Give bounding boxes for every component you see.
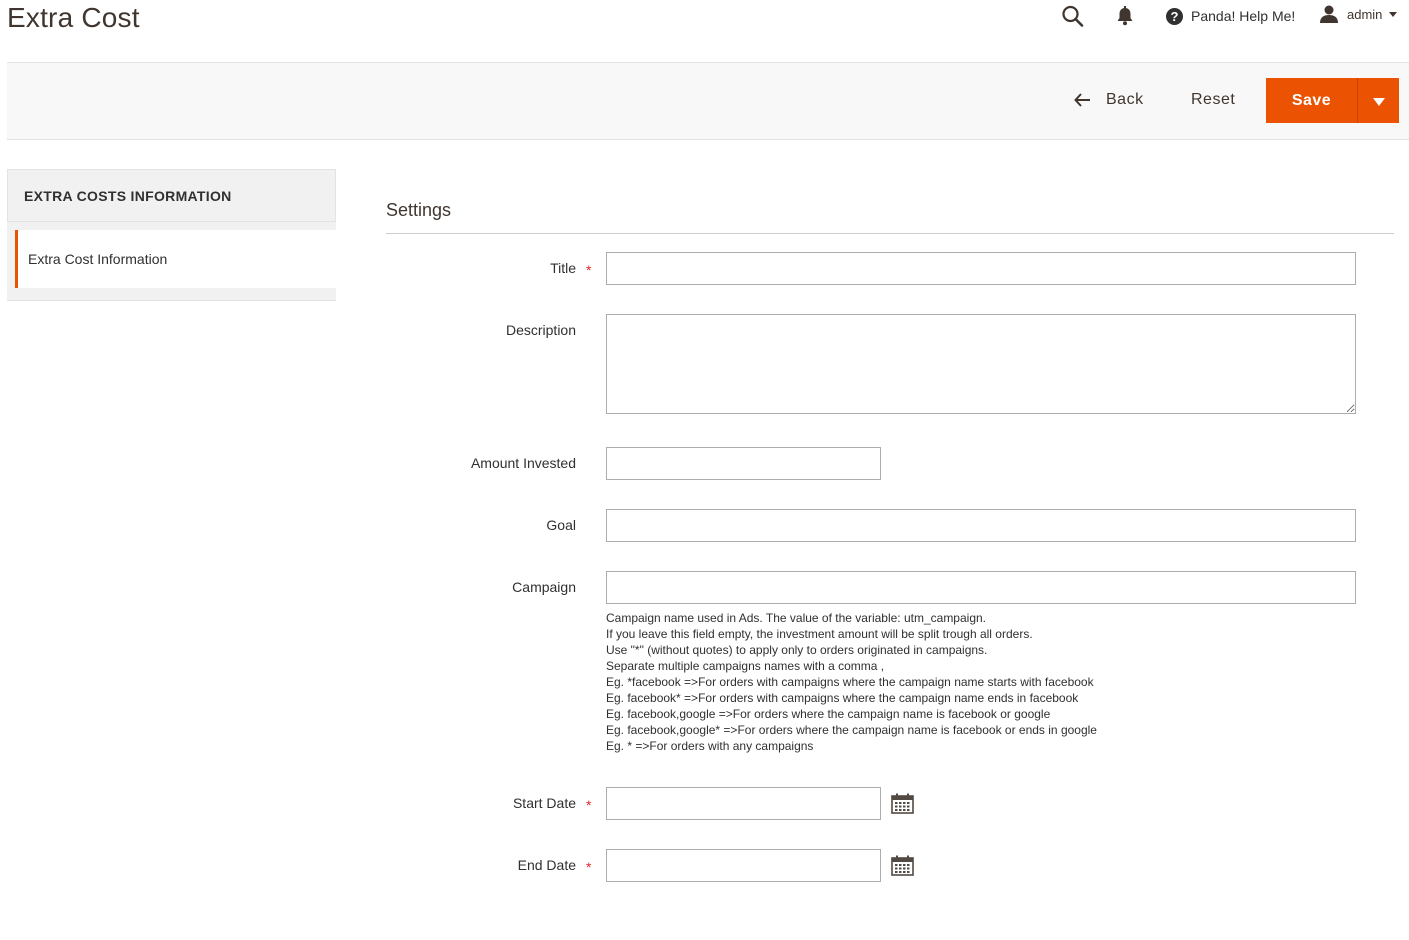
save-options-toggle[interactable] [1357, 78, 1399, 123]
end-date-label: End Date [517, 857, 576, 873]
chevron-down-icon [1389, 11, 1398, 17]
campaign-note-line: Eg. facebook,google =>For orders where t… [606, 707, 1051, 721]
amount-invested-input[interactable] [606, 447, 881, 480]
back-button[interactable]: Back [1074, 89, 1144, 111]
sidebar-heading: EXTRA COSTS INFORMATION [7, 169, 336, 222]
save-button[interactable]: Save [1266, 78, 1357, 123]
campaign-input[interactable] [606, 571, 1356, 604]
back-label: Back [1106, 91, 1144, 108]
page-title: Extra Cost [7, 2, 140, 33]
help-label: Panda! Help Me! [1191, 8, 1296, 24]
reset-button[interactable]: Reset [1191, 89, 1235, 111]
title-input[interactable] [606, 252, 1356, 285]
section-divider [386, 233, 1394, 234]
campaign-note-line: If you leave this field empty, the inves… [606, 627, 1033, 641]
start-date-label: Start Date [512, 795, 576, 811]
calendar-icon[interactable] [891, 793, 914, 814]
campaign-field-note: Campaign name used in Ads. The value of … [606, 610, 1366, 754]
calendar-icon[interactable] [891, 855, 914, 876]
chevron-down-icon [1372, 97, 1385, 106]
end-date-required-marker: * [586, 859, 592, 875]
section-title: Settings [386, 200, 452, 220]
campaign-note-line: Eg. * =>For orders with any campaigns [606, 739, 814, 753]
campaign-note-line: Eg. facebook,google* =>For orders where … [606, 723, 1097, 737]
campaign-label: Campaign [512, 579, 576, 595]
end-date-input[interactable] [606, 849, 881, 882]
user-icon [1320, 5, 1338, 23]
sidebar-item-extra-cost-information[interactable]: Extra Cost Information [15, 230, 336, 288]
title-required-marker: * [586, 262, 592, 278]
sidebar-items: Extra Cost Information [7, 222, 336, 301]
search-icon[interactable] [1061, 5, 1085, 27]
title-label: Title [550, 260, 576, 276]
user-name: admin [1347, 6, 1383, 22]
description-label: Description [505, 322, 576, 338]
campaign-note-line: Eg. *facebook =>For orders with campaign… [606, 675, 1094, 689]
arrow-left-icon [1074, 93, 1090, 107]
notifications-bell-icon[interactable] [1115, 5, 1135, 27]
campaign-note-line: Eg. facebook* =>For orders with campaign… [606, 691, 1079, 705]
goal-label: Goal [546, 517, 576, 533]
help-link[interactable]: ? Panda! Help Me! [1166, 5, 1295, 27]
campaign-note-line: Campaign name used in Ads. The value of … [606, 611, 987, 625]
campaign-note-line: Use "*" (without quotes) to apply only t… [606, 643, 988, 657]
campaign-note-line: Separate multiple campaigns names with a… [606, 659, 885, 673]
sidebar: EXTRA COSTS INFORMATION Extra Cost Infor… [7, 169, 336, 301]
help-icon: ? [1166, 7, 1183, 25]
start-date-input[interactable] [606, 787, 881, 820]
description-textarea[interactable] [606, 314, 1356, 414]
admin-user-menu[interactable]: admin [1319, 3, 1398, 25]
amount-invested-label: Amount Invested [470, 455, 576, 471]
goal-input[interactable] [606, 509, 1356, 542]
start-date-required-marker: * [586, 797, 592, 813]
